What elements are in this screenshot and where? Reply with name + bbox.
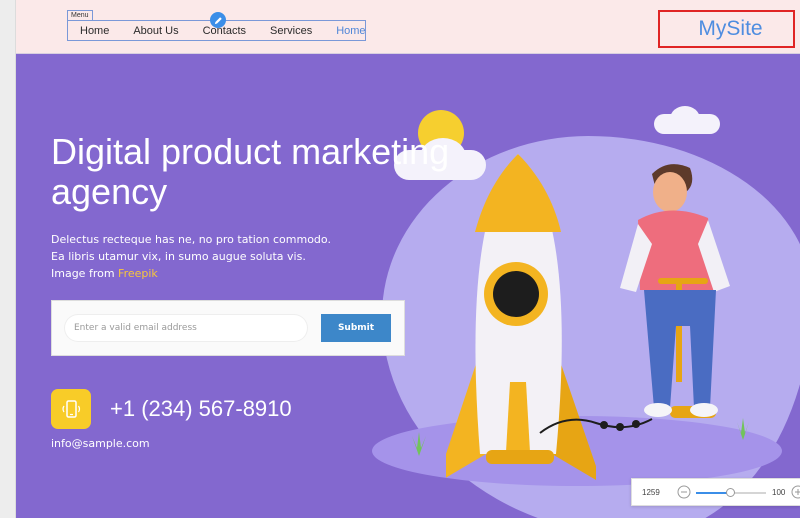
- contact-email[interactable]: info@sample.com: [51, 437, 150, 450]
- hero-description-line: Ea libris utamur vix, in sumo augue solu…: [51, 250, 306, 263]
- nav-item-home[interactable]: Home: [68, 25, 121, 37]
- nav-item-services[interactable]: Services: [258, 25, 324, 37]
- zoom-slider[interactable]: [696, 488, 766, 497]
- zoom-level-value: 100: [772, 488, 786, 497]
- brand-logo-text: MySite: [698, 17, 763, 40]
- grass-illustration-right: [737, 418, 749, 440]
- grass-illustration-left: [412, 432, 426, 456]
- hero-section: Digital product marketing agency Delectu…: [16, 54, 800, 518]
- image-credit: Image from Freepik: [51, 265, 351, 282]
- person-with-pump-illustration: [620, 164, 730, 418]
- hero-description: Delectus recteque has ne, no pro tation …: [51, 231, 351, 282]
- zoom-plus-icon[interactable]: [791, 485, 800, 499]
- image-credit-prefix: Image from: [51, 267, 115, 280]
- phone-number[interactable]: +1 (234) 567-8910: [110, 396, 292, 422]
- freepik-link[interactable]: Freepik: [118, 267, 158, 280]
- hero-headline: Digital product marketing agency: [51, 131, 450, 212]
- zoom-minus-icon[interactable]: [677, 485, 691, 499]
- zoom-control: 1259 100: [631, 478, 800, 506]
- nav-item-about-us[interactable]: About Us: [121, 25, 190, 37]
- cloud-illustration-small-puff: [670, 106, 700, 132]
- newsletter-signup-form: Submit: [51, 300, 405, 356]
- nav-item-home-active[interactable]: Home: [324, 25, 377, 37]
- smartphone-icon: [62, 400, 81, 418]
- site-header: Menu Home About Us Contacts Services Hom…: [16, 0, 800, 54]
- zoom-slider-handle[interactable]: [726, 488, 735, 497]
- phone-badge: [51, 389, 91, 429]
- pump-hose-illustration: [539, 418, 653, 434]
- nav-item-contacts[interactable]: Contacts: [191, 25, 258, 37]
- brand-logo-box[interactable]: MySite: [658, 10, 795, 48]
- hero-description-line: Delectus recteque has ne, no pro tation …: [51, 233, 331, 246]
- editor-left-gutter: [0, 0, 16, 518]
- email-input[interactable]: [64, 314, 308, 342]
- edit-menu-button[interactable]: [210, 12, 226, 28]
- pencil-icon: [214, 16, 222, 24]
- submit-button[interactable]: Submit: [321, 314, 391, 342]
- canvas-width-value: 1259: [642, 488, 660, 497]
